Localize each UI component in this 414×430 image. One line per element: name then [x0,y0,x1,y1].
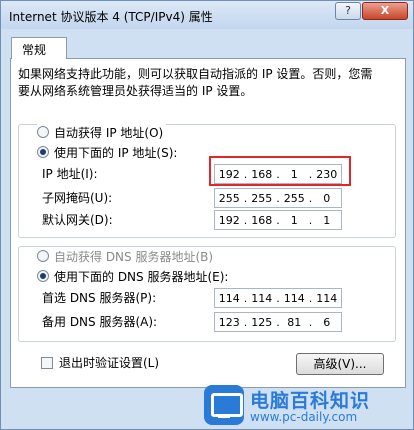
validate-on-exit-checkbox[interactable] [41,356,53,369]
alternate-dns-label: 备用 DNS 服务器(A): [42,315,158,329]
preferred-dns-label: 首选 DNS 服务器(P): [42,291,157,305]
manual-ip-label: 使用下面的 IP 地址(S): [54,145,178,160]
octet[interactable]: 168 [248,214,277,227]
watermark: 电脑百科知识 www.pc-daily.com [200,385,412,428]
default-gateway-field[interactable]: 192. 168. 1. 1 [214,210,342,230]
close-button[interactable]: X [362,2,408,20]
highlight-box [209,156,351,186]
octet[interactable]: 255 [280,192,309,205]
octet[interactable]: 123 [215,316,244,329]
advanced-button[interactable]: 高级(V)... [296,353,384,375]
alternate-dns-field[interactable]: 123. 125. 81. 6 [214,312,342,332]
auto-ip-label: 自动获得 IP 地址(O) [54,125,164,140]
octet[interactable]: 255 [248,192,277,205]
manual-dns-option[interactable]: 使用下面的 DNS 服务器地址(E): [37,268,232,284]
window-title: Internet 协议版本 4 (TCP/IPv4) 属性 [9,10,213,24]
monitor-logo-icon [204,385,244,425]
octet[interactable]: 125 [248,316,277,329]
octet[interactable]: 0 [313,192,342,205]
subnet-mask-label: 子网掩码(U): [42,191,113,205]
auto-dns-label: 自动获得 DNS 服务器地址(B) [54,249,214,264]
octet[interactable]: 255 [215,192,244,205]
default-gateway-label: 默认网关(D): [42,213,113,227]
manual-ip-option[interactable]: 使用下面的 IP 地址(S): [37,144,181,160]
octet[interactable]: 114 [313,292,342,305]
help-button[interactable]: ? [335,2,361,20]
octet[interactable]: 114 [280,292,309,305]
octet[interactable]: 114 [215,292,244,305]
octet[interactable]: 114 [248,292,277,305]
auto-dns-radio[interactable] [37,250,49,262]
auto-ip-radio[interactable] [37,126,49,138]
octet[interactable]: 192 [215,214,244,227]
ip-address-label: IP 地址(I): [42,167,98,181]
manual-dns-radio[interactable] [37,270,49,282]
validate-on-exit-label: 退出时验证设置(L) [59,356,160,370]
auto-dns-option[interactable]: 自动获得 DNS 服务器地址(B) [37,248,217,264]
validate-on-exit-option[interactable]: 退出时验证设置(L) [41,354,159,371]
preferred-dns-field[interactable]: 114. 114. 114. 114 [214,288,342,308]
description-text: 如果网络支持此功能，则可以获取自动指派的 IP 设置。否则，您需要从网络系统管理… [18,67,373,98]
octet[interactable]: 1 [280,214,309,227]
auto-ip-option[interactable]: 自动获得 IP 地址(O) [37,124,167,140]
subnet-mask-field[interactable]: 255. 255. 255. 0 [214,188,342,208]
tab-general-label: 常规 [22,43,47,57]
watermark-url: www.pc-daily.com [250,410,358,424]
title-bar: Internet 协议版本 4 (TCP/IPv4) 属性 ? X [1,1,413,29]
tab-general[interactable]: 常规 [11,37,67,59]
octet[interactable]: 1 [313,214,342,227]
octet[interactable]: 6 [313,316,342,329]
manual-dns-label: 使用下面的 DNS 服务器地址(E): [54,269,229,284]
manual-ip-radio[interactable] [37,146,49,158]
watermark-title: 电脑百科知识 [250,390,371,412]
octet[interactable]: 81 [280,316,309,329]
